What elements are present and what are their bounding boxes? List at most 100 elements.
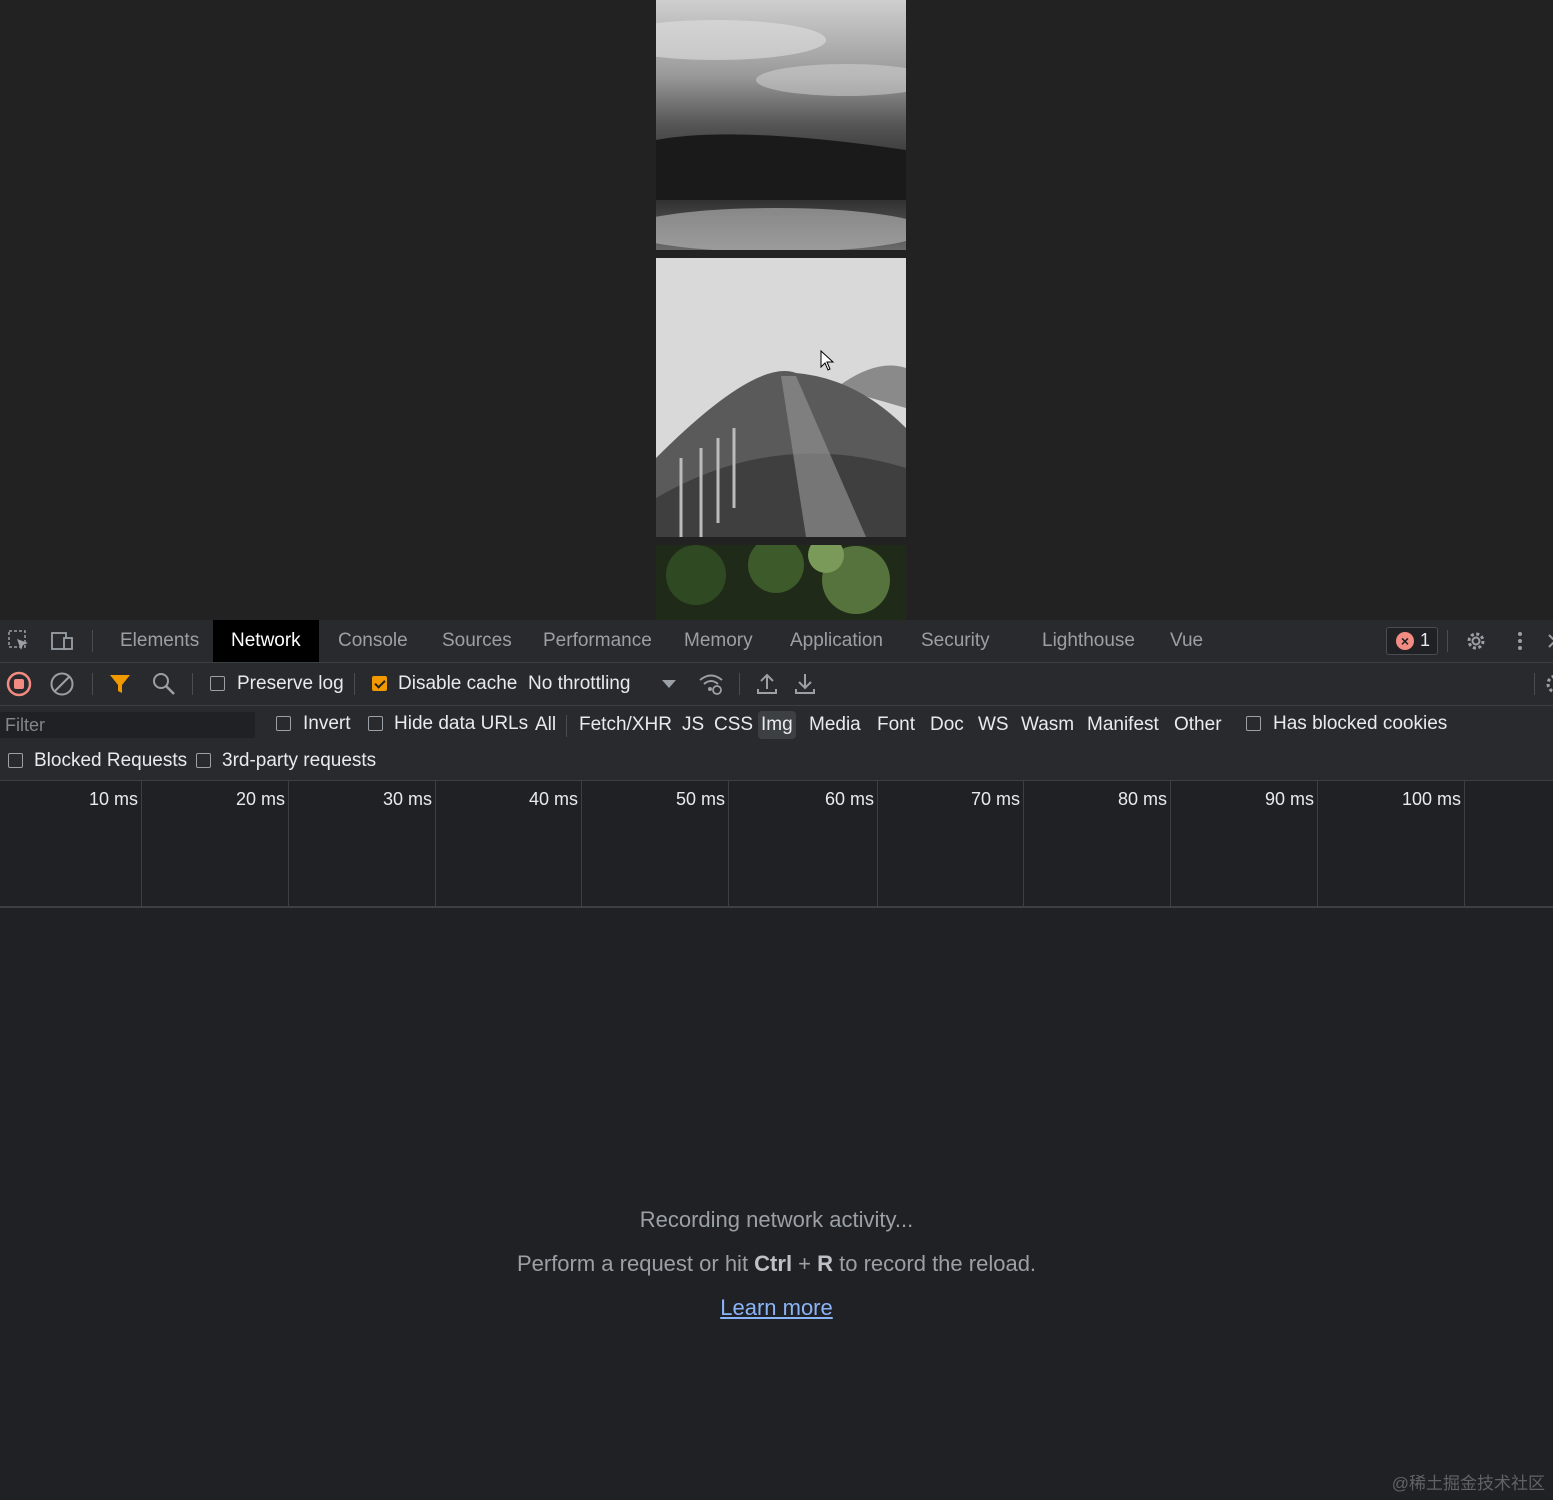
import-har-upload-icon[interactable] — [754, 671, 780, 697]
export-har-download-icon[interactable] — [792, 671, 818, 697]
device-toolbar-icon[interactable] — [50, 629, 74, 653]
type-filter-other[interactable]: Other — [1171, 711, 1225, 739]
tab-console[interactable]: Console — [338, 620, 408, 662]
page-viewport — [0, 0, 1553, 620]
shortcut-key-r: R — [817, 1251, 834, 1276]
grid-line — [288, 781, 289, 906]
filter-bar: Invert Hide data URLs All Fetch/XHR JS C… — [0, 706, 1553, 781]
tab-lighthouse[interactable]: Lighthouse — [1042, 620, 1135, 662]
grid-line — [1170, 781, 1171, 906]
grid-line — [1023, 781, 1024, 906]
type-filter-all[interactable]: All — [532, 711, 559, 739]
empty-state: Recording network activity... Perform a … — [0, 1198, 1553, 1330]
more-options-icon[interactable] — [1508, 629, 1532, 653]
disable-cache-label: Disable cache — [398, 673, 518, 694]
learn-more-link[interactable]: Learn more — [720, 1295, 833, 1320]
stop-recording-icon[interactable] — [6, 671, 32, 697]
network-conditions-wifi-icon[interactable] — [698, 671, 724, 697]
type-filter-css[interactable]: CSS — [711, 711, 756, 739]
mouse-cursor-icon — [820, 349, 836, 372]
hide-data-urls-checkbox[interactable] — [368, 716, 383, 731]
grid-line — [581, 781, 582, 906]
divider — [566, 715, 567, 737]
grid-line — [1464, 781, 1465, 906]
inspect-element-icon[interactable] — [7, 629, 31, 653]
tick-label: 40 ms — [528, 789, 578, 809]
tab-performance[interactable]: Performance — [543, 620, 652, 662]
invert-checkbox[interactable] — [276, 716, 291, 731]
tick-label: 70 ms — [970, 789, 1020, 809]
hide-data-urls-label: Hide data URLs — [394, 713, 529, 734]
divider — [92, 673, 93, 695]
grid-line — [141, 781, 142, 906]
tick-label: 90 ms — [1264, 789, 1314, 809]
type-filter-js[interactable]: JS — [679, 711, 707, 739]
hint-prefix: Perform a request or hit — [516, 1251, 755, 1276]
shortcut-key-ctrl: Ctrl — [754, 1251, 793, 1276]
tab-memory[interactable]: Memory — [684, 620, 753, 662]
disable-cache-checkbox[interactable] — [372, 676, 387, 691]
grid-line — [435, 781, 436, 906]
error-icon: × — [1396, 632, 1414, 650]
reload-hint: Perform a request or hit Ctrl + R to rec… — [0, 1242, 1553, 1286]
tab-security[interactable]: Security — [921, 620, 990, 662]
divider — [1534, 673, 1535, 695]
has-blocked-cookies-label: Has blocked cookies — [1273, 713, 1448, 734]
network-settings-gear-icon[interactable] — [1543, 671, 1553, 697]
blocked-requests-label: Blocked Requests — [34, 750, 188, 771]
tick-label: 60 ms — [824, 789, 874, 809]
cloud-landscape-image — [656, 0, 906, 250]
network-toolbar: Preserve log Disable cache No throttling — [0, 663, 1553, 706]
type-filter-manifest[interactable]: Manifest — [1084, 711, 1162, 739]
tick-label: 20 ms — [235, 789, 285, 809]
chevron-down-icon[interactable] — [656, 671, 682, 697]
hill-path-image — [656, 258, 906, 537]
recording-message: Recording network activity... — [639, 1207, 914, 1232]
tab-sources[interactable]: Sources — [442, 620, 512, 662]
divider — [92, 630, 93, 652]
tab-elements[interactable]: Elements — [120, 620, 199, 662]
error-count-badge[interactable]: × 1 — [1386, 627, 1438, 655]
type-filter-wasm[interactable]: Wasm — [1018, 711, 1077, 739]
timeline-overview[interactable]: 10 ms 20 ms 30 ms 40 ms 50 ms 60 ms 70 m… — [0, 781, 1553, 908]
tab-application[interactable]: Application — [790, 620, 883, 662]
third-party-requests-checkbox[interactable] — [196, 753, 211, 768]
tick-label: 50 ms — [675, 789, 725, 809]
watermark: @稀土掘金技术社区 — [1391, 1474, 1545, 1493]
tick-label: 100 ms — [1401, 789, 1461, 809]
invert-label: Invert — [303, 713, 351, 734]
tick-label: 10 ms — [88, 789, 138, 809]
tab-network[interactable]: Network — [213, 620, 319, 662]
divider — [1447, 630, 1448, 652]
tick-label: 30 ms — [382, 789, 432, 809]
preserve-log-checkbox[interactable] — [210, 676, 225, 691]
has-blocked-cookies-checkbox[interactable] — [1246, 716, 1261, 731]
third-party-requests-label: 3rd-party requests — [222, 750, 377, 771]
blocked-requests-checkbox[interactable] — [8, 753, 23, 768]
tab-vue[interactable]: Vue — [1170, 620, 1203, 662]
type-filter-fetch-xhr[interactable]: Fetch/XHR — [576, 711, 675, 739]
preserve-log-label: Preserve log — [237, 673, 344, 694]
divider — [192, 673, 193, 695]
type-filter-doc[interactable]: Doc — [927, 711, 967, 739]
grid-line — [728, 781, 729, 906]
grid-line — [1317, 781, 1318, 906]
type-filter-font[interactable]: Font — [874, 711, 918, 739]
type-filter-img[interactable]: Img — [758, 711, 796, 739]
devtools-tab-bar: Elements Network Console Sources Perform… — [0, 620, 1553, 663]
divider — [739, 673, 740, 695]
type-filter-media[interactable]: Media — [806, 711, 864, 739]
type-filter-ws[interactable]: WS — [975, 711, 1012, 739]
close-devtools-icon[interactable] — [1543, 629, 1553, 653]
search-icon[interactable] — [151, 671, 177, 697]
error-count: 1 — [1420, 630, 1431, 650]
hint-plus: + — [792, 1251, 818, 1276]
filter-input[interactable] — [0, 712, 255, 738]
settings-gear-icon[interactable] — [1464, 629, 1488, 653]
grid-line — [877, 781, 878, 906]
throttling-select[interactable]: No throttling — [528, 673, 630, 695]
hint-suffix: to record the reload. — [833, 1251, 1037, 1276]
filter-funnel-icon[interactable] — [107, 671, 133, 697]
divider — [354, 673, 355, 695]
clear-icon[interactable] — [49, 671, 75, 697]
